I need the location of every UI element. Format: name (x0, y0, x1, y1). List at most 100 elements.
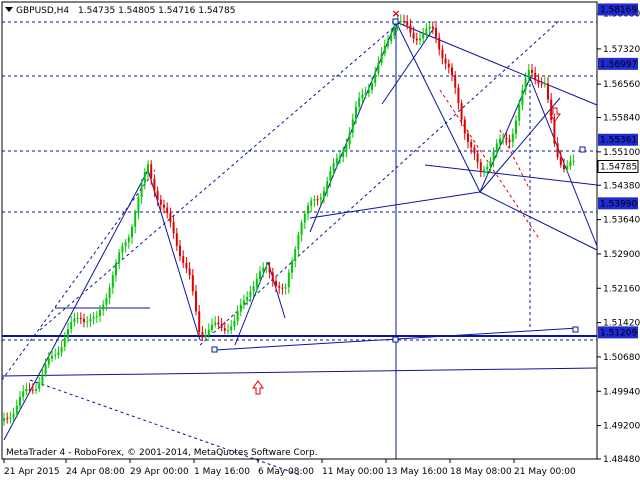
candle-body-124 (399, 20, 402, 22)
candle-body-165 (531, 70, 533, 73)
candle-body-59 (191, 275, 194, 292)
candle-body-109 (351, 119, 354, 133)
x-tick-label-3: 1 May 16:00 (194, 467, 250, 477)
candle-body-48 (156, 191, 159, 200)
candle-body-112 (361, 94, 364, 98)
candle-body-17 (57, 352, 60, 355)
candle-body-57 (185, 263, 188, 269)
anchor-square-5 (579, 146, 586, 153)
candle-body-147 (473, 147, 476, 154)
candle-body-131 (422, 33, 425, 39)
candle-body-152 (489, 160, 492, 167)
candle-body-90 (291, 260, 293, 273)
candle-body-151 (486, 166, 489, 170)
candle-body-69 (223, 328, 226, 331)
candle-body-129 (415, 38, 418, 41)
y-tick-label-10: 1.50680 (603, 353, 640, 363)
candle-body-122 (393, 27, 396, 36)
x-tick-label-1: 24 Apr 08:00 (66, 467, 125, 477)
candle-body-70 (227, 330, 229, 332)
candle-body-71 (230, 326, 233, 331)
candle-body-159 (511, 133, 514, 143)
candle-body-81 (262, 267, 265, 272)
candle-body-66 (214, 322, 217, 325)
y-tick-label-8: 1.52160 (603, 284, 640, 294)
candle-body-0 (3, 418, 5, 421)
candle-body-156 (502, 137, 505, 139)
candle-body-26 (86, 321, 89, 323)
y-tick-label-1: 1.57320 (603, 45, 640, 55)
candle-body-143 (460, 103, 463, 120)
candle-body-63 (204, 335, 207, 338)
candle-body-89 (287, 272, 290, 288)
candle-body-33 (108, 287, 111, 298)
candle-body-164 (527, 70, 530, 79)
candle-body-132 (425, 28, 428, 34)
copyright-text: MetaTrader 4 - RoboForex, © 2001-2014, M… (6, 448, 318, 458)
candle-body-22 (73, 318, 76, 322)
level-label-2: 1.55361 (600, 136, 637, 146)
candle-body-35 (115, 262, 117, 276)
candle-body-21 (70, 321, 73, 330)
candle-body-24 (79, 318, 82, 320)
candle-body-42 (137, 197, 140, 214)
y-tick-label-3: 1.55840 (603, 114, 640, 124)
candle-body-79 (255, 278, 258, 287)
level-label-1: 1.56997 (600, 60, 637, 70)
candle-body-31 (102, 304, 105, 310)
candle-body-87 (281, 287, 284, 289)
candle-body-45 (147, 164, 149, 172)
candle-body-136 (438, 37, 441, 50)
candle-body-133 (428, 26, 431, 29)
y-tick-label-2: 1.56560 (603, 80, 640, 90)
candle-body-94 (303, 213, 306, 223)
candle-body-4 (15, 405, 18, 414)
candle-body-115 (371, 83, 373, 90)
candle-body-175 (563, 164, 565, 170)
candle-body-125 (403, 20, 405, 22)
candle-body-95 (307, 205, 309, 214)
level-label-4: 1.53990 (600, 199, 637, 209)
level-label-3: 1.54785 (600, 162, 637, 172)
candle-body-178 (572, 160, 575, 162)
candle-body-169 (543, 83, 546, 85)
candle-body-126 (406, 21, 409, 26)
candle-body-103 (332, 162, 335, 171)
candle-body-98 (316, 199, 319, 201)
candle-body-46 (150, 164, 153, 179)
candle-body-99 (319, 197, 322, 200)
candle-body-56 (182, 256, 185, 264)
candle-body-53 (172, 222, 175, 234)
candle-body-61 (198, 311, 201, 333)
candle-body-39 (127, 237, 130, 243)
candle-body-140 (451, 67, 453, 76)
candle-body-155 (499, 138, 501, 144)
ohlc-values: 1.54735 1.54805 1.54716 1.54785 (78, 6, 235, 16)
price-chart[interactable]: × GBPUSD,H4 1.54735 1.54805 1.54716 1.54… (0, 0, 640, 480)
candle-body-67 (217, 322, 220, 325)
candle-body-96 (310, 200, 313, 206)
level-label-0: 1.58169 (600, 5, 637, 15)
candle-body-74 (239, 304, 242, 312)
candle-body-116 (374, 73, 377, 84)
candle-body-139 (447, 63, 450, 68)
candle-body-167 (537, 80, 540, 84)
candle-body-68 (220, 324, 223, 329)
candle-body-44 (143, 171, 146, 183)
candle-body-114 (367, 89, 370, 94)
candle-body-172 (553, 120, 556, 144)
candle-body-8 (28, 389, 31, 391)
candle-body-101 (326, 181, 329, 191)
candle-body-176 (566, 166, 569, 170)
candle-body-83 (268, 266, 271, 273)
candle-body-15 (51, 355, 53, 359)
candle-body-51 (166, 207, 169, 213)
candle-body-142 (457, 87, 460, 104)
candle-body-146 (470, 141, 473, 148)
candle-body-50 (163, 204, 165, 208)
x-tick-label-4: 6 May 08:00 (258, 467, 314, 477)
candle-body-76 (246, 297, 249, 301)
candle-body-1 (6, 418, 9, 420)
candle-body-86 (278, 285, 281, 288)
candle-body-77 (249, 291, 252, 298)
